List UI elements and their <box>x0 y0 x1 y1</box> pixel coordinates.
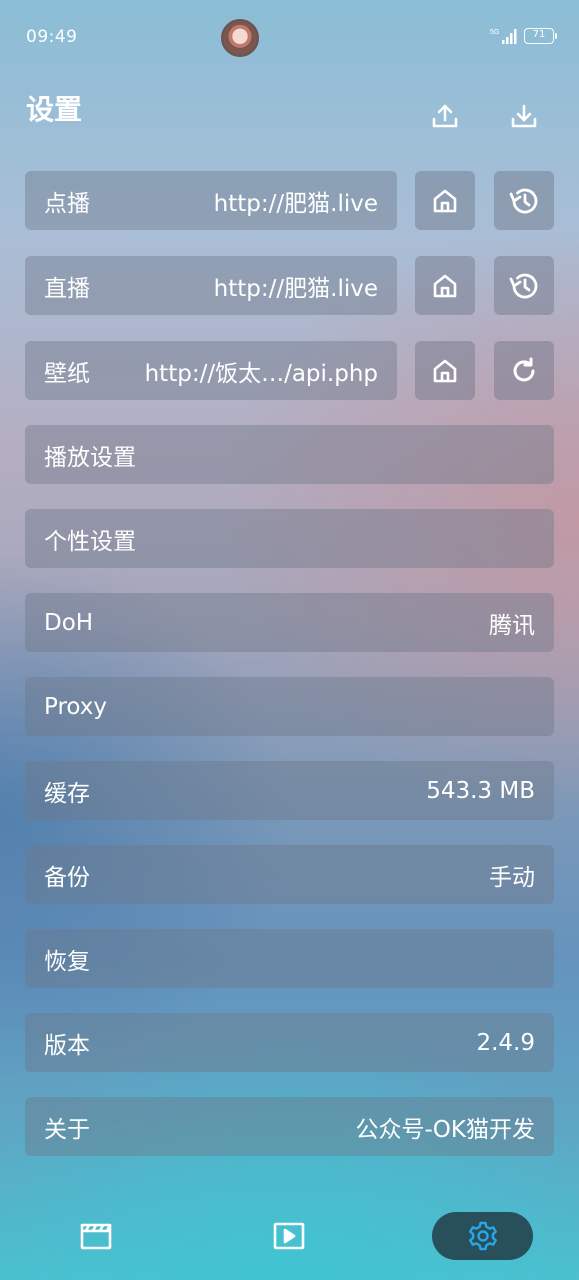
doh-label: DoH <box>44 609 94 636</box>
home-icon <box>433 274 457 297</box>
restore-row[interactable]: 恢复 <box>25 929 554 988</box>
version-value: 2.4.9 <box>476 1029 535 1056</box>
cache-row[interactable]: 缓存 543.3 MB <box>25 761 554 820</box>
nav-live-tab[interactable] <box>263 1212 315 1260</box>
version-label: 版本 <box>44 1032 90 1059</box>
doh-row[interactable]: DoH 腾讯 <box>25 593 554 652</box>
playback-settings-label: 播放设置 <box>44 444 136 471</box>
backup-row[interactable]: 备份 手动 <box>25 845 554 904</box>
vod-history-button[interactable] <box>494 171 554 230</box>
doh-value: 腾讯 <box>489 612 535 639</box>
live-value: http://肥猫.live <box>213 275 378 302</box>
playback-settings-row[interactable]: 播放设置 <box>25 425 554 484</box>
cache-label: 缓存 <box>44 780 90 807</box>
history-icon <box>509 273 538 298</box>
home-icon <box>433 359 457 382</box>
about-value: 公众号-OK猫开发 <box>355 1116 536 1143</box>
nav-vod-tab[interactable] <box>70 1212 122 1260</box>
upload-icon <box>432 104 458 128</box>
wallpaper-row[interactable]: 壁纸 http://饭太…/api.php <box>25 341 397 400</box>
vod-home-button[interactable] <box>415 171 475 230</box>
upload-button[interactable] <box>425 96 465 136</box>
vod-source-row[interactable]: 点播 http://肥猫.live <box>25 171 397 230</box>
download-button[interactable] <box>504 96 544 136</box>
vod-value: http://肥猫.live <box>213 190 378 217</box>
gear-icon <box>468 1221 497 1251</box>
notification-avatar-icon <box>221 19 259 57</box>
status-time: 09:49 <box>26 27 78 47</box>
refresh-icon <box>513 357 535 381</box>
history-icon <box>509 188 538 213</box>
live-label: 直播 <box>44 275 90 302</box>
home-icon <box>433 189 457 212</box>
wallpaper-value: http://饭太…/api.php <box>144 360 378 387</box>
vod-label: 点播 <box>44 190 90 217</box>
cache-value: 543.3 MB <box>426 777 535 804</box>
live-home-button[interactable] <box>415 256 475 315</box>
proxy-label: Proxy <box>44 693 108 720</box>
download-icon <box>511 104 537 128</box>
signal-icon: 5G <box>490 29 517 44</box>
play-icon <box>273 1222 305 1250</box>
version-row[interactable]: 版本 2.4.9 <box>25 1013 554 1072</box>
clapperboard-icon <box>80 1223 112 1250</box>
about-row[interactable]: 关于 公众号-OK猫开发 <box>25 1097 554 1156</box>
about-label: 关于 <box>44 1116 90 1143</box>
backup-label: 备份 <box>44 864 90 891</box>
personal-settings-row[interactable]: 个性设置 <box>25 509 554 568</box>
page-title: 设置 <box>26 93 83 126</box>
status-bar: 09:49 5G 71 <box>0 0 579 70</box>
live-history-button[interactable] <box>494 256 554 315</box>
nav-settings-tab[interactable] <box>432 1212 533 1260</box>
battery-icon: 71 <box>524 28 557 44</box>
wallpaper-refresh-button[interactable] <box>494 341 554 400</box>
wallpaper-home-button[interactable] <box>415 341 475 400</box>
network-type: 5G <box>490 29 499 36</box>
backup-value: 手动 <box>489 864 535 891</box>
live-source-row[interactable]: 直播 http://肥猫.live <box>25 256 397 315</box>
personal-settings-label: 个性设置 <box>44 528 136 555</box>
wallpaper-label: 壁纸 <box>44 360 90 387</box>
restore-label: 恢复 <box>44 948 90 975</box>
proxy-row[interactable]: Proxy <box>25 677 554 736</box>
